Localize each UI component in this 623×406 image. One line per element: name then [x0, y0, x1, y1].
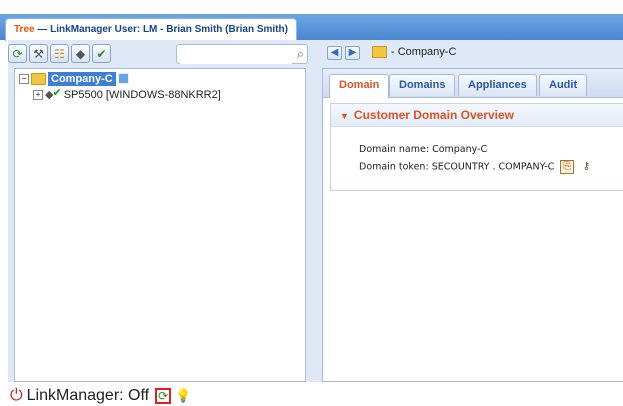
check-icon[interactable]: ✔ [92, 44, 111, 63]
refresh-icon[interactable]: ⟳ [8, 44, 27, 63]
tree-node-root-label[interactable]: Company-C [48, 71, 116, 86]
tree-node-child[interactable]: + ◆ ✔ SP5500 [WINDOWS-88NKRR2] [33, 87, 221, 102]
search-icon[interactable]: ⌕ [297, 46, 304, 62]
forward-arrow-icon[interactable]: ▶ [345, 46, 360, 60]
overview-title: Customer Domain Overview [353, 108, 514, 122]
tree-node-child-label[interactable]: SP5500 [WINDOWS-88NKRR2] [64, 89, 221, 101]
tree-panel: − Company-C + ◆ ✔ SP5500 [WINDOWS-88NKRR… [14, 68, 306, 382]
domain-token-row: Domain token: SECOUNTRY . COMPANY-C ⎘ ⚷ [359, 160, 592, 174]
domain-name-row: Domain name: Company-C [359, 144, 487, 155]
collapse-icon[interactable]: − [19, 73, 29, 84]
collapse-triangle-icon[interactable]: ▼ [340, 111, 349, 121]
domain-square-icon [117, 73, 129, 84]
tree-search[interactable]: ⌕ [176, 44, 308, 64]
domain-token-value: SECOUNTRY . COMPANY-C [431, 161, 555, 173]
tree-node-root[interactable]: − Company-C [19, 71, 129, 86]
breadcrumb-label: - Company-C [391, 46, 457, 58]
domain-name-label: Domain name: [359, 144, 430, 155]
left-toolbar: ⟳ ⚒ ☷ ◆ ✔ [8, 44, 111, 66]
tree-icon[interactable]: ☷ [50, 44, 69, 63]
tab-domain[interactable]: Domain [329, 74, 390, 98]
customer-domain-overview: ▼ Customer Domain Overview Domain name: C… [330, 103, 623, 191]
tab-audit[interactable]: Audit [539, 74, 588, 96]
linkmanager-status: LinkManager: Off [26, 387, 150, 404]
tree-tab-title: — LinkManager User: LM - Brian Smith (Br… [37, 24, 288, 35]
wand-icon[interactable]: ⚒ [29, 44, 48, 63]
online-check-icon: ✔ [52, 86, 62, 99]
tab-appliances[interactable]: Appliances [458, 74, 537, 96]
copy-token-icon[interactable]: ⎘ [560, 160, 575, 174]
domain-name-value: Company-C [432, 144, 488, 155]
tab-domains[interactable]: Domains [389, 74, 456, 96]
breadcrumb: - Company-C [372, 46, 456, 58]
lightbulb-icon[interactable]: 💡 [175, 388, 191, 404]
key-icon[interactable]: ⚷ [580, 161, 592, 173]
folder-icon [372, 46, 387, 58]
power-icon[interactable]: ⏻ [10, 388, 23, 404]
overview-header[interactable]: ▼ Customer Domain Overview [331, 104, 623, 127]
back-arrow-icon[interactable]: ◀ [327, 46, 342, 60]
status-bar: ⏻ LinkManager: Off ⟳ 💡 [10, 386, 191, 406]
domain-token-label: Domain token: [359, 161, 429, 173]
appliance-icon[interactable]: ◆ [71, 44, 90, 63]
tree-window-tab[interactable]: Tree — LinkManager User: LM - Brian Smit… [5, 18, 297, 41]
search-input[interactable] [180, 46, 292, 64]
tree-tab-prefix: Tree [14, 24, 35, 35]
expand-icon[interactable]: + [33, 89, 43, 100]
folder-icon [31, 72, 46, 85]
refresh-icon[interactable]: ⟳ [155, 388, 172, 404]
